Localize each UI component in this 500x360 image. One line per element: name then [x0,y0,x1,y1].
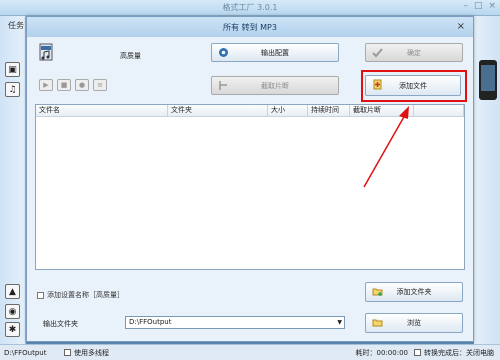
minimize-icon[interactable]: – [463,1,468,11]
app-right-panel [474,16,500,344]
mp3-icon [39,43,53,61]
dialog-close-button[interactable]: × [457,21,465,32]
tools-category-icon[interactable]: ✱ [5,322,20,337]
column-header-spacer [414,105,464,116]
video-category-icon[interactable]: ▣ [5,62,20,77]
clip-button[interactable]: 截取片断 [211,76,339,95]
column-header-folder[interactable]: 文件夹 [168,105,268,116]
status-path: D:\FFOutput [4,348,47,357]
add-folder-label: 添加文件夹 [396,288,432,296]
multithread-label: 使用多线程 [74,348,109,357]
record-control-icon: ● [75,79,89,91]
add-setting-name-option[interactable]: 添加设置名称［高质量］ [37,290,124,300]
multithread-checkbox[interactable] [64,349,71,356]
gear-icon [219,48,228,57]
maximize-icon[interactable]: □ [474,1,483,11]
convert-dialog: 所有 转到 MP3 × 高质量 ▶ ■ ● ≡ 输出配置 确定 截取片断 添加文… [26,16,474,342]
add-file-highlight-box [361,70,467,102]
device-icon [479,60,497,100]
ok-button[interactable]: 确定 [365,43,463,62]
output-folder-select[interactable]: D:\FFOutput ▼ [125,316,345,329]
elapsed-time: 耗时：00:00:00 [355,348,408,357]
play-control-icon: ▶ [39,79,53,91]
app-window-controls: – □ × [463,1,496,11]
stop-control-icon: ■ [57,79,71,91]
folder-icon [372,319,383,327]
add-setting-name-label: 添加设置名称［高质量］ [47,291,124,299]
clip-label: 截取片断 [261,81,289,90]
column-header-size[interactable]: 大小 [268,105,308,116]
after-convert-label: 转换完成后：关闭电脑 [424,348,494,357]
column-header-filename[interactable]: 文件名 [36,105,168,116]
dialog-titlebar: 所有 转到 MP3 × [27,17,473,37]
file-list-table[interactable]: 文件名 文件夹 大小 持续时间 截取片断 [35,104,465,270]
browse-button[interactable]: 浏览 [365,313,463,333]
scissors-icon [219,81,227,90]
rom-category-icon[interactable]: ◉ [5,304,20,319]
column-header-duration[interactable]: 持续时间 [308,105,350,116]
task-menu-label[interactable]: 任务 [8,20,24,31]
app-titlebar: 格式工厂 3.0.1 – □ × [0,0,500,16]
output-config-label: 输出配置 [261,48,289,57]
after-convert-option[interactable]: 转换完成后：关闭电脑 [414,348,494,358]
status-bar: D:\FFOutput 使用多线程 耗时：00:00:00 转换完成后：关闭电脑 [0,344,500,360]
add-folder-button[interactable]: 添加文件夹 [365,282,463,302]
dropdown-icon[interactable]: ▼ [337,317,342,328]
audio-category-icon[interactable]: ♫ [5,82,20,97]
dialog-title: 所有 转到 MP3 [223,23,277,32]
image-category-icon[interactable]: ▲ [5,284,20,299]
info-control-icon: ≡ [93,79,107,91]
app-left-panel: 任务 ▣ ♫ ▲ ◉ ✱ [0,16,26,344]
column-header-clip[interactable]: 截取片断 [350,105,414,116]
app-title: 格式工厂 3.0.1 [222,3,278,12]
output-folder-value: D:\FFOutput [129,318,172,326]
ok-label: 确定 [407,48,421,57]
file-list-header: 文件名 文件夹 大小 持续时间 截取片断 [36,105,464,117]
check-icon [372,48,383,58]
after-convert-checkbox[interactable] [414,349,421,356]
output-folder-label: 输出文件夹 [43,320,78,328]
add-folder-icon [372,288,383,296]
output-config-button[interactable]: 输出配置 [211,43,339,62]
add-setting-name-checkbox[interactable] [37,291,44,299]
close-icon[interactable]: × [488,1,496,11]
quality-label: 高质量 [120,52,141,60]
browse-label: 浏览 [407,319,421,327]
